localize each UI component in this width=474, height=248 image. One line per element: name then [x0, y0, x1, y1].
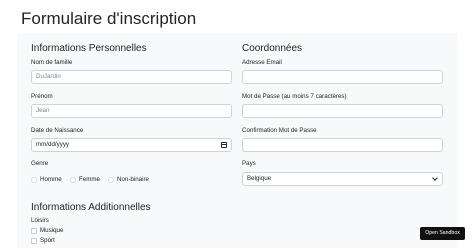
birth-date-input[interactable]: mm/dd/yyyy	[31, 138, 232, 152]
gender-option-femme: Femme	[79, 176, 100, 183]
gender-radio-homme[interactable]	[31, 177, 37, 183]
open-sandbox-button[interactable]: Open Sandbox	[420, 227, 465, 240]
country-selected-value: Belgique	[247, 175, 272, 182]
birth-date-label: Date de Naissance	[31, 127, 84, 134]
page-title: Formulaire d'inscription	[21, 9, 197, 28]
gender-radio-femme[interactable]	[70, 177, 76, 183]
hobby-option-sport: Sport	[40, 237, 55, 244]
birth-date-placeholder: mm/dd/yyyy	[36, 141, 70, 148]
gender-radio-non-binaire[interactable]	[108, 177, 114, 183]
hobbies-label: Loisirs	[31, 217, 49, 224]
last-name-label: Nom de famille	[31, 59, 73, 66]
gender-label: Genre	[31, 160, 49, 167]
contact-heading: Coordonnées	[242, 43, 303, 54]
email-label: Adresse Email	[242, 59, 282, 66]
personal-info-heading: Informations Personnelles	[31, 43, 147, 54]
gender-option-non-binaire: Non-binaire	[117, 176, 149, 183]
hobby-option-musique: Musique	[40, 227, 64, 234]
gender-option-homme: Homme	[40, 176, 62, 183]
hobby-checkbox-sport[interactable]	[31, 238, 37, 244]
last-name-placeholder: DuJardin	[36, 73, 61, 80]
first-name-input[interactable]: Jean	[31, 104, 232, 118]
country-select[interactable]: Belgique	[242, 172, 443, 186]
last-name-input[interactable]: DuJardin	[31, 70, 232, 84]
calendar-icon[interactable]	[221, 142, 227, 148]
chevron-down-icon	[432, 175, 438, 181]
hobby-checkbox-musique[interactable]	[31, 228, 37, 234]
password-confirm-label: Confirmation Mot de Passe	[242, 127, 317, 134]
password-label: Mot de Passe (au moins 7 caractères)	[242, 93, 347, 100]
first-name-placeholder: Jean	[36, 107, 50, 114]
additional-info-heading: Informations Additionnelles	[31, 202, 151, 213]
password-input[interactable]	[242, 104, 443, 118]
first-name-label: Prénom	[31, 93, 53, 100]
password-confirm-input[interactable]	[242, 138, 443, 152]
email-input[interactable]	[242, 70, 443, 84]
country-label: Pays	[242, 160, 256, 167]
